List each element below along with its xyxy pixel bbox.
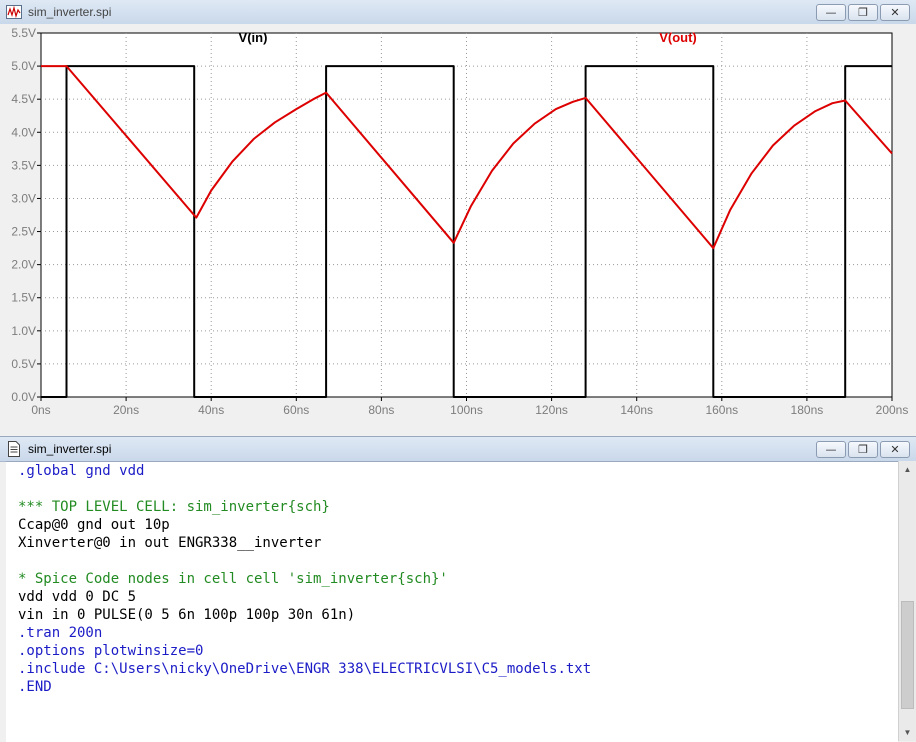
- netlist-window: sim_inverter.spi — ❐ ✕ .global gnd vdd **…: [0, 436, 916, 742]
- restore-button[interactable]: ❐: [848, 4, 878, 21]
- netlist-line[interactable]: [6, 480, 898, 498]
- x-tick-label: 80ns: [368, 403, 394, 417]
- scroll-up-icon[interactable]: ▲: [899, 461, 916, 478]
- waveform-window: sim_inverter.spi — ❐ ✕ 0.0V 0.5V 1.0V 1.5V 2…: [0, 0, 916, 432]
- netlist-line[interactable]: Xinverter@0 in out ENGR338__inverter: [6, 534, 898, 552]
- y-tick-label: 4.0V: [11, 125, 36, 139]
- waveform-plot[interactable]: 0.0V 0.5V 1.0V 1.5V 2.0V 2.5V 3.0V 3.5V 4.0V 4.5V…: [0, 24, 916, 432]
- close-button[interactable]: ✕: [880, 4, 910, 21]
- netlist-line[interactable]: *** TOP LEVEL CELL: sim_inverter{sch}: [6, 498, 898, 516]
- y-tick-label: 2.5V: [11, 225, 36, 239]
- waveform-icon: [6, 5, 22, 19]
- minimize-button[interactable]: —: [816, 4, 846, 21]
- x-tick-label: 120ns: [535, 403, 568, 417]
- x-tick-label: 0ns: [31, 403, 50, 417]
- netlist-line[interactable]: .END: [6, 678, 898, 696]
- netlist-line[interactable]: .options plotwinsize=0: [6, 642, 898, 660]
- netlist-line[interactable]: Ccap@0 gnd out 10p: [6, 516, 898, 534]
- x-tick-label: 100ns: [450, 403, 483, 417]
- document-icon: [8, 441, 20, 457]
- y-tick-label: 1.0V: [11, 324, 36, 338]
- minimize-icon: —: [825, 6, 837, 19]
- waveform-titlebar[interactable]: sim_inverter.spi — ❐ ✕: [0, 0, 916, 25]
- x-tick-label: 140ns: [620, 403, 653, 417]
- x-tick-label: 160ns: [705, 403, 738, 417]
- legend-label-vin[interactable]: V(in): [239, 30, 268, 45]
- close-icon: ✕: [890, 443, 900, 456]
- y-tick-label: 5.5V: [11, 26, 36, 40]
- y-tick-label: 5.0V: [11, 59, 36, 73]
- x-tick-label: 200ns: [876, 403, 909, 417]
- x-tick-label: 40ns: [198, 403, 224, 417]
- minimize-icon: —: [825, 443, 837, 456]
- netlist-window-title: sim_inverter.spi: [28, 442, 112, 456]
- x-tick-label: 20ns: [113, 403, 139, 417]
- y-tick-label: 0.5V: [11, 357, 36, 371]
- netlist-minimize-button[interactable]: —: [816, 441, 846, 458]
- restore-icon: ❐: [858, 443, 868, 456]
- y-tick-label: 1.5V: [11, 291, 36, 305]
- netlist-editor[interactable]: .global gnd vdd *** TOP LEVEL CELL: sim_i…: [6, 461, 898, 742]
- vertical-scrollbar[interactable]: ▲ ▼: [898, 461, 916, 741]
- netlist-titlebar[interactable]: sim_inverter.spi — ❐ ✕: [0, 437, 916, 462]
- scroll-thumb[interactable]: [901, 601, 914, 709]
- x-tick-label: 180ns: [791, 403, 824, 417]
- netlist-line[interactable]: [6, 552, 898, 570]
- netlist-close-button[interactable]: ✕: [880, 441, 910, 458]
- netlist-line[interactable]: vin in 0 PULSE(0 5 6n 100p 100p 30n 61n): [6, 606, 898, 624]
- y-tick-label: 3.0V: [11, 191, 36, 205]
- y-tick-label: 4.5V: [11, 92, 36, 106]
- y-tick-label: 2.0V: [11, 258, 36, 272]
- restore-icon: ❐: [858, 6, 868, 19]
- y-tick-label: 3.5V: [11, 158, 36, 172]
- scroll-down-icon[interactable]: ▼: [899, 724, 916, 741]
- close-icon: ✕: [890, 6, 900, 19]
- netlist-line[interactable]: .include C:\Users\nicky\OneDrive\ENGR 33…: [6, 660, 898, 678]
- y-tick-label: 0.0V: [11, 390, 36, 404]
- legend-label-vout[interactable]: V(out): [659, 30, 697, 45]
- netlist-line[interactable]: * Spice Code nodes in cell cell 'sim_inv…: [6, 570, 898, 588]
- netlist-line[interactable]: vdd vdd 0 DC 5: [6, 588, 898, 606]
- netlist-line[interactable]: .global gnd vdd: [6, 462, 898, 480]
- x-tick-label: 60ns: [283, 403, 309, 417]
- waveform-window-title: sim_inverter.spi: [28, 5, 112, 19]
- netlist-line[interactable]: .tran 200n: [6, 624, 898, 642]
- netlist-restore-button[interactable]: ❐: [848, 441, 878, 458]
